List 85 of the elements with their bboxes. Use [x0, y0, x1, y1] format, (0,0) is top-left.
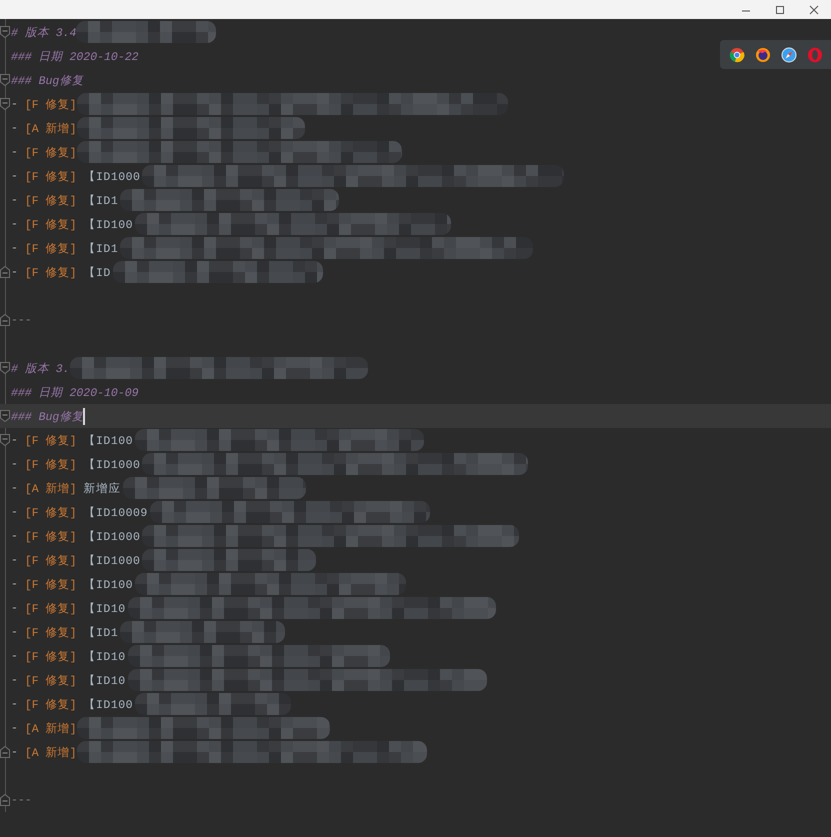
- change-tag: [F 修复]: [24, 648, 77, 664]
- item-text: 【ID1: [84, 242, 120, 256]
- change-tag: [F 修复]: [24, 96, 77, 112]
- item-text: 【ID10: [84, 674, 127, 688]
- change-tag: [F 修复]: [24, 264, 77, 280]
- list-marker: -: [11, 266, 18, 278]
- list-marker: -: [11, 602, 18, 614]
- change-tag: [A 新增]: [24, 744, 77, 760]
- fold-end-icon[interactable]: [0, 266, 10, 278]
- item-text: 【ID10: [84, 602, 127, 616]
- maximize-icon[interactable]: [774, 4, 786, 14]
- fold-collapse-icon[interactable]: [0, 410, 10, 422]
- change-tag: [F 修复]: [24, 672, 77, 688]
- change-tag: [A 新增]: [24, 720, 77, 736]
- change-tag: [F 修复]: [24, 624, 77, 640]
- fold-end-icon[interactable]: [0, 746, 10, 758]
- fold-collapse-icon[interactable]: [0, 74, 10, 86]
- opera-icon[interactable]: [807, 47, 823, 63]
- close-icon[interactable]: [808, 4, 820, 14]
- change-tag: [F 修复]: [24, 144, 77, 160]
- item-text: 【ID1: [84, 626, 120, 640]
- fold-collapse-icon[interactable]: [0, 26, 10, 38]
- item-text: 【ID10: [84, 650, 127, 664]
- change-tag: [F 修复]: [24, 168, 77, 184]
- change-tag: [F 修复]: [24, 504, 77, 520]
- list-marker: -: [11, 530, 18, 542]
- list-marker: -: [11, 722, 18, 734]
- item-text: 【ID100: [84, 218, 134, 232]
- list-marker: -: [11, 146, 18, 158]
- list-marker: -: [11, 242, 18, 254]
- list-marker: -: [11, 626, 18, 638]
- heading-text: # 版本 3.: [11, 362, 70, 376]
- item-text: 新增应: [84, 481, 122, 496]
- list-marker: -: [11, 434, 18, 446]
- list-marker: -: [11, 218, 18, 230]
- list-marker: -: [11, 482, 18, 494]
- change-tag: [F 修复]: [24, 696, 77, 712]
- item-text: 【ID100: [84, 578, 134, 592]
- change-tag: [F 修复]: [24, 576, 77, 592]
- item-text: 【ID1000: [84, 554, 142, 568]
- section-heading: ### Bug修复: [11, 74, 84, 88]
- list-marker: -: [11, 674, 18, 686]
- list-marker: -: [11, 122, 18, 134]
- fold-collapse-icon[interactable]: [0, 362, 10, 374]
- item-text: 【ID100: [84, 698, 134, 712]
- item-text: 【ID1000: [84, 458, 142, 472]
- horizontal-rule-text: ---: [11, 314, 32, 326]
- list-marker: -: [11, 458, 18, 470]
- change-tag: [F 修复]: [24, 528, 77, 544]
- list-marker: -: [11, 698, 18, 710]
- change-tag: [F 修复]: [24, 216, 77, 232]
- list-marker: -: [11, 578, 18, 590]
- list-marker: -: [11, 506, 18, 518]
- change-tag: [F 修复]: [24, 240, 77, 256]
- change-tag: [A 新增]: [24, 120, 77, 136]
- list-marker: -: [11, 194, 18, 206]
- change-tag: [F 修复]: [24, 600, 77, 616]
- change-tag: [F 修复]: [24, 552, 77, 568]
- list-marker: -: [11, 746, 18, 758]
- fold-end-icon[interactable]: [0, 794, 10, 806]
- item-text: 【ID1000: [84, 530, 142, 544]
- date-heading: ### 日期 2020-10-09: [11, 386, 139, 400]
- date-heading: ### 日期 2020-10-22: [11, 50, 139, 64]
- heading-text: # 版本 3.4: [11, 26, 76, 40]
- item-text: 【ID: [84, 266, 112, 280]
- item-text: 【ID10009: [84, 506, 149, 520]
- fold-collapse-icon[interactable]: [0, 98, 10, 110]
- safari-icon[interactable]: [781, 47, 797, 63]
- chrome-icon[interactable]: [729, 47, 745, 63]
- firefox-icon[interactable]: [755, 47, 771, 63]
- list-marker: -: [11, 554, 18, 566]
- fold-end-icon[interactable]: [0, 314, 10, 326]
- change-tag: [F 修复]: [24, 456, 77, 472]
- list-marker: -: [11, 98, 18, 110]
- change-tag: [A 新增]: [24, 480, 77, 496]
- fold-collapse-icon[interactable]: [0, 434, 10, 446]
- item-text: 【ID1: [84, 194, 120, 208]
- list-marker: -: [11, 650, 18, 662]
- horizontal-rule-text: ---: [11, 794, 32, 806]
- item-text: 【ID1000: [84, 170, 142, 184]
- item-text: 【ID100: [84, 434, 134, 448]
- section-heading: ### Bug修复: [11, 410, 84, 424]
- change-tag: [F 修复]: [24, 432, 77, 448]
- change-tag: [F 修复]: [24, 192, 77, 208]
- list-marker: -: [11, 170, 18, 182]
